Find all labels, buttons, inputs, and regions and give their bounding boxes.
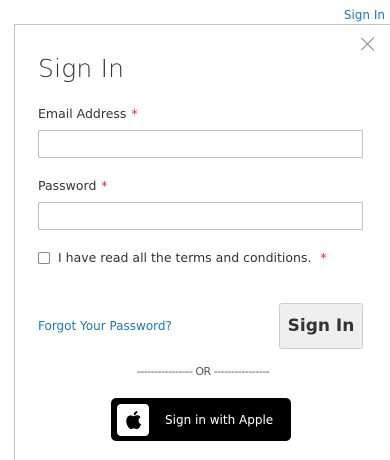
terms-label: I have read all the terms and conditions…	[58, 250, 312, 265]
terms-checkbox[interactable]	[38, 251, 50, 264]
apple-logo-box	[117, 403, 149, 436]
forgot-password-link[interactable]: Forgot Your Password?	[38, 319, 172, 333]
password-label: Password *	[38, 178, 108, 193]
password-label-text: Password	[38, 178, 97, 193]
email-field[interactable]	[38, 130, 363, 158]
header-signin-link[interactable]: Sign In	[344, 8, 385, 22]
apple-icon	[126, 410, 142, 429]
signin-with-apple-button[interactable]: Sign in with Apple	[111, 398, 291, 441]
email-required-mark: *	[131, 106, 138, 121]
terms-required-mark: *	[320, 250, 327, 265]
or-divider: ---------------- OR ----------------	[136, 365, 270, 378]
password-required-mark: *	[101, 178, 108, 193]
modal-title: Sign In	[38, 54, 125, 83]
email-label: Email Address *	[38, 106, 138, 121]
apple-button-label: Sign in with Apple	[165, 412, 274, 427]
signin-modal: Sign In Email Address * Password * I have …	[14, 24, 390, 460]
password-field[interactable]	[38, 202, 363, 230]
terms-row: I have read all the terms and conditions…	[38, 250, 327, 265]
signin-button[interactable]: Sign In	[279, 303, 363, 349]
email-label-text: Email Address	[38, 106, 127, 121]
close-icon[interactable]	[360, 36, 376, 52]
